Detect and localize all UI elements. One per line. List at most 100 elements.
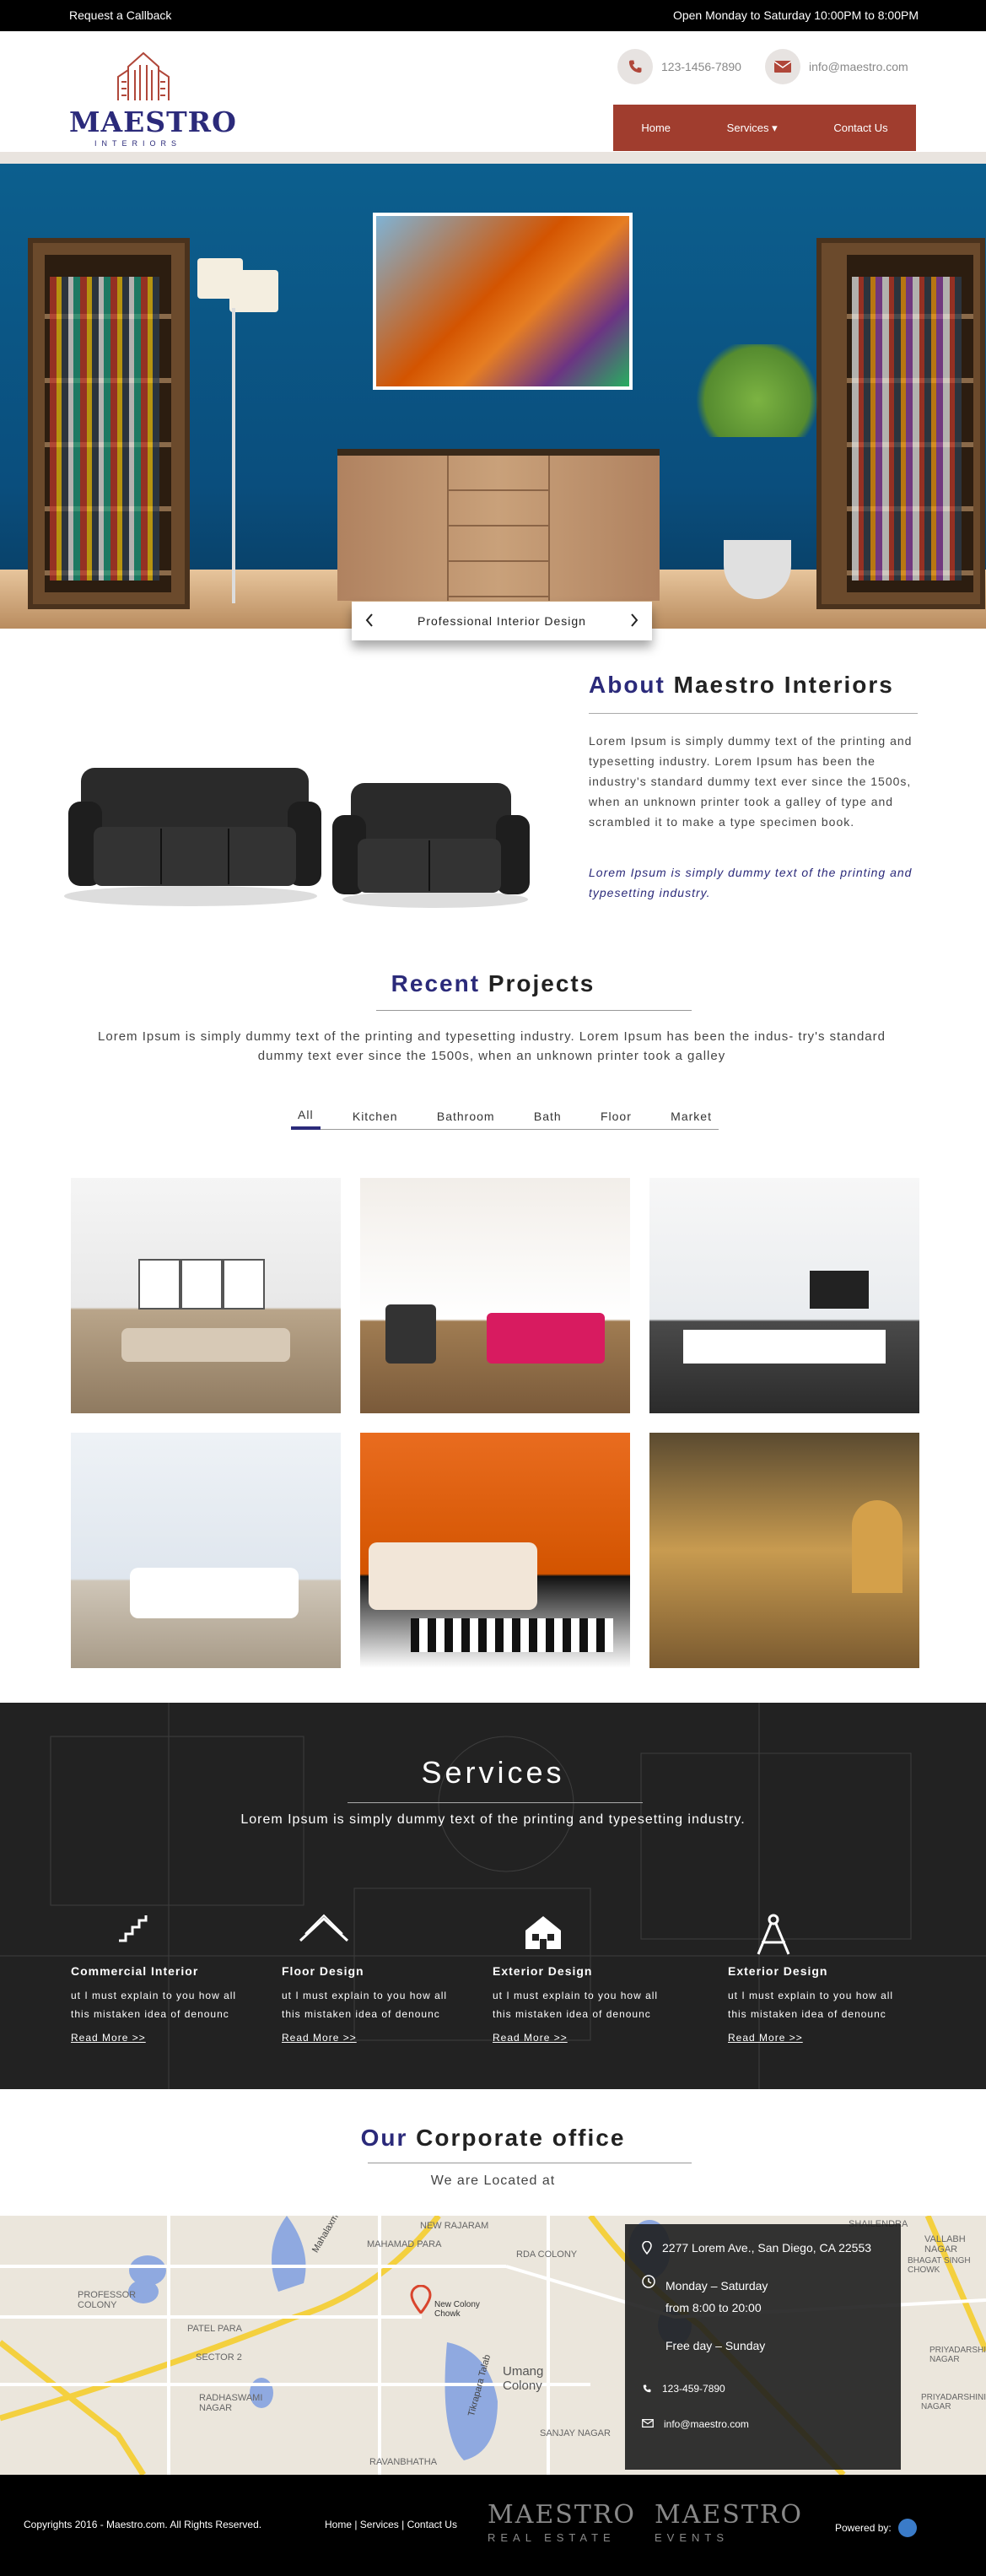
brand-real-estate-logo[interactable]: MAESTRO REAL ESTATE: [488, 2500, 636, 2544]
project-tile[interactable]: [649, 1433, 919, 1668]
nav-home[interactable]: Home: [641, 122, 671, 134]
site-footer: Copyrights 2016 - Maestro.com. All Right…: [0, 2475, 986, 2576]
project-tile[interactable]: [360, 1178, 630, 1413]
brand-events-logo[interactable]: MAESTRO EVENTS: [655, 2500, 803, 2544]
map-label-rda-colony: RDA COLONY: [516, 2249, 578, 2260]
hero-slider: [0, 152, 986, 629]
request-callback-link[interactable]: Request a Callback: [69, 8, 171, 22]
projects-desc: Lorem Ipsum is simply dummy text of the …: [98, 1029, 886, 1063]
slider-next-arrow-icon[interactable]: [630, 613, 638, 629]
footer-links[interactable]: Home | Services | Contact Us: [325, 2519, 457, 2530]
filter-floor[interactable]: Floor: [594, 1103, 638, 1130]
office-address: 2277 Lorem Ave., San Diego, CA 22553: [662, 2241, 872, 2255]
filter-all[interactable]: All: [291, 1103, 321, 1130]
office-email-row[interactable]: info@maestro.com: [642, 2418, 749, 2430]
location-pin-icon: [642, 2240, 652, 2257]
service-title: Exterior Design: [728, 1964, 828, 1978]
wall-painting: [373, 213, 633, 390]
filter-bath[interactable]: Bath: [527, 1103, 568, 1130]
service-card: Floor Design ut I must explain to you ho…: [282, 1914, 467, 2045]
office-title: Our Corporate office: [360, 2125, 626, 2151]
projects-divider: [376, 1010, 692, 1011]
bonsai-plant: [690, 344, 825, 437]
office-info-panel: 2277 Lorem Ave., San Diego, CA 22553 Mon…: [625, 2224, 901, 2470]
filter-bathroom[interactable]: Bathroom: [430, 1103, 502, 1130]
project-tile[interactable]: [71, 1178, 341, 1413]
projects-title: Recent Projects: [391, 970, 595, 996]
office-phone-row[interactable]: 123-459-7890: [642, 2383, 725, 2397]
about-text: Lorem Ipsum is simply dummy text of the …: [589, 734, 913, 829]
about-italic-text: Lorem Ipsum is simply dummy text of the …: [589, 866, 913, 899]
sofa-image: [64, 751, 536, 911]
project-tile[interactable]: [71, 1433, 341, 1668]
read-more-link[interactable]: Read More >>: [493, 2032, 568, 2044]
map-label-priyadarshini-nagar-2: PRIYADARSHINI NAGAR: [921, 2393, 986, 2411]
office-subtitle: We are Located at: [430, 2174, 556, 2188]
map-pin-icon[interactable]: [410, 2284, 432, 2315]
site-header: MAESTRO INTERIORS 123-1456-7890 info@mae…: [0, 31, 986, 152]
map-label-radhaswami-nagar: RADHASWAMI NAGAR: [199, 2393, 263, 2413]
map-label-sanjay-nagar: SANJAY NAGAR: [540, 2428, 611, 2438]
project-filters: All Kitchen Bathroom Bath Floor Market: [291, 1103, 719, 1130]
map-label-umang-colony: Umang Colony: [503, 2364, 544, 2393]
about-divider: [589, 713, 918, 714]
office-days: Monday – Saturday: [665, 2279, 768, 2292]
service-text: ut I must explain to you how all this mi…: [71, 1990, 237, 2020]
mail-icon: [642, 2418, 654, 2430]
service-text: ut I must explain to you how all this mi…: [728, 1990, 894, 2020]
filter-kitchen[interactable]: Kitchen: [346, 1103, 405, 1130]
office-email: info@maestro.com: [664, 2418, 749, 2430]
service-card: Exterior Design ut I must explain to you…: [728, 1914, 913, 2045]
filter-market[interactable]: Market: [664, 1103, 719, 1130]
map-label-new-colony-chowk: New Colony Chowk: [434, 2300, 480, 2319]
slider-prev-arrow-icon[interactable]: [365, 613, 374, 629]
header-phone[interactable]: 123-1456-7890: [617, 49, 741, 84]
map-label-new-rajaram: NEW RAJARAM: [420, 2221, 489, 2231]
logo-tagline: INTERIORS: [94, 139, 182, 148]
map-label-sector-2: SECTOR 2: [196, 2352, 242, 2363]
roof-icon: [282, 1914, 467, 1954]
phone-number: 123-1456-7890: [661, 60, 741, 73]
stairs-icon: [71, 1914, 256, 1954]
project-tile[interactable]: [649, 1178, 919, 1413]
nav-contact-us[interactable]: Contact Us: [833, 122, 887, 134]
read-more-link[interactable]: Read More >>: [71, 2032, 146, 2044]
nav-services[interactable]: Services ▾: [727, 122, 778, 135]
opening-hours: Open Monday to Saturday 10:00PM to 8:00P…: [672, 8, 919, 22]
service-text: ut I must explain to you how all this mi…: [282, 1990, 448, 2020]
services-divider: [348, 1802, 643, 1803]
map-label-patel-para: PATEL PARA: [187, 2324, 243, 2334]
read-more-link[interactable]: Read More >>: [728, 2032, 803, 2044]
powered-by-logo-icon[interactable]: [897, 2519, 917, 2537]
main-nav: Home Services ▾ Contact Us: [613, 105, 916, 151]
service-title: Commercial Interior: [71, 1964, 199, 1978]
project-tile[interactable]: [360, 1433, 630, 1668]
compass-icon: [728, 1914, 913, 1955]
house-icon: [493, 1914, 678, 1954]
top-bar: Request a Callback Open Monday to Saturd…: [0, 0, 986, 31]
powered-by: Powered by:: [835, 2519, 917, 2537]
services-section: Services Lorem Ipsum is simply dummy tex…: [0, 1703, 986, 2089]
floor-lamp-shade-2: [229, 270, 278, 312]
building-logo-icon: [117, 51, 170, 100]
services-desc: Lorem Ipsum is simply dummy text of the …: [240, 1812, 746, 1827]
hero-caption: Professional Interior Design: [418, 614, 586, 628]
phone-icon: [642, 2383, 652, 2397]
clock-icon: [642, 2275, 655, 2291]
read-more-link[interactable]: Read More >>: [282, 2032, 357, 2044]
services-title: Services: [421, 1755, 565, 1790]
service-card: Commercial Interior ut I must explain to…: [71, 1914, 256, 2045]
bookshelf-left: [28, 238, 190, 609]
service-text: ut I must explain to you how all this mi…: [493, 1990, 659, 2020]
logo[interactable]: MAESTRO INTERIORS: [69, 48, 236, 149]
office-free-day: Free day – Sunday: [665, 2339, 766, 2352]
powered-by-label: Powered by:: [835, 2522, 892, 2534]
office-hours-row: Monday – Saturday from 8:00 to 20:00: [642, 2275, 768, 2319]
header-email[interactable]: info@maestro.com: [765, 49, 908, 84]
office-address-row: 2277 Lorem Ave., San Diego, CA 22553: [642, 2240, 872, 2257]
mail-icon: [765, 49, 800, 84]
service-card: Exterior Design ut I must explain to you…: [493, 1914, 678, 2045]
map-label-ravanbhatha: RAVANBHATHA: [369, 2457, 438, 2467]
map-label-mahamad-para: MAHAMAD PARA: [367, 2239, 442, 2249]
office-phone: 123-459-7890: [662, 2383, 725, 2395]
